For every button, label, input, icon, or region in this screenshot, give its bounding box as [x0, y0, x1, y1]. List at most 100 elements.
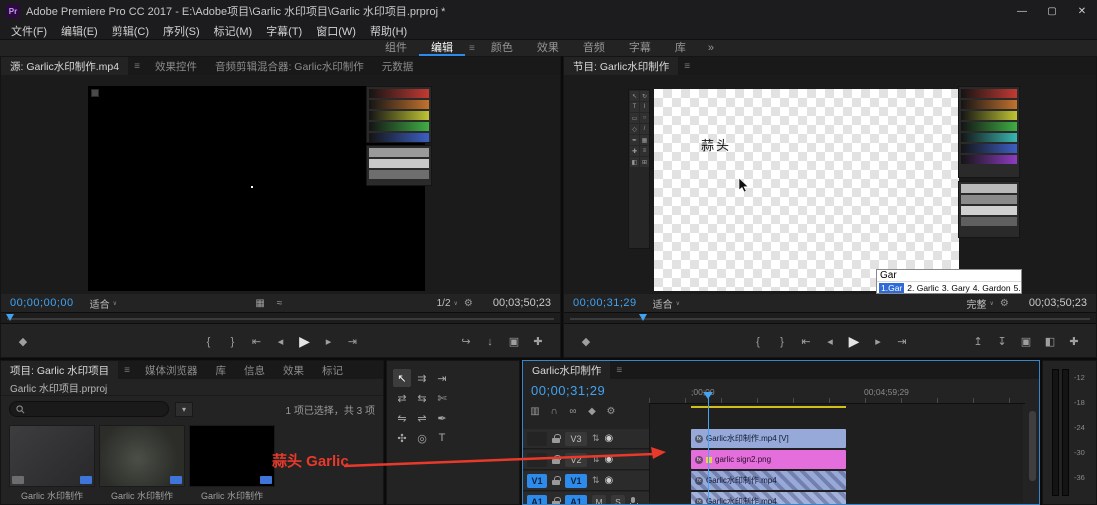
track-select-forward-tool[interactable]: ⇉: [413, 369, 431, 387]
go-to-in-button[interactable]: ⇤: [245, 331, 269, 353]
program-timecode[interactable]: 00;00;31;29: [573, 297, 637, 309]
color-swatch[interactable]: [961, 100, 1017, 109]
button-editor-button[interactable]: ✚: [1062, 331, 1086, 353]
workspace-tab-音频[interactable]: 音频: [571, 40, 617, 56]
program-canvas[interactable]: 蒜头: [654, 89, 959, 291]
timeline-clip-A1[interactable]: fxGarlic水印制作.mp4: [691, 492, 846, 505]
source-scrubber[interactable]: [1, 312, 560, 324]
ime-candidate[interactable]: 4. Gardon: [973, 283, 1011, 293]
razor-tool[interactable]: ✄: [433, 389, 451, 407]
tab-信息[interactable]: 信息: [235, 361, 274, 379]
slide-tool[interactable]: ⇌: [413, 409, 431, 427]
panel-menu-icon[interactable]: ≡: [118, 361, 136, 379]
timeline-clip-V1[interactable]: fxGarlic水印制作.mp4: [691, 471, 846, 490]
source-resolution-select[interactable]: 1/2 ∨: [437, 298, 458, 309]
ime-candidate[interactable]: 1.Gar: [879, 283, 904, 293]
program-scrubber-playhead[interactable]: [639, 314, 647, 321]
pen-tool[interactable]: ✒: [433, 409, 451, 427]
title-tool-icon[interactable]: ○: [640, 113, 649, 123]
title-tool-icon[interactable]: /: [640, 124, 649, 134]
search-input[interactable]: [9, 401, 169, 417]
color-swatch[interactable]: [961, 122, 1017, 131]
drag-audio-icon[interactable]: ≈: [277, 298, 283, 309]
title-tool-icon[interactable]: ↖: [630, 91, 639, 101]
color-swatch[interactable]: [369, 133, 429, 142]
maximize-button[interactable]: ▢: [1037, 0, 1067, 22]
workspace-tab-效果[interactable]: 效果: [525, 40, 571, 56]
workspace-menu-icon[interactable]: ≡: [465, 43, 479, 54]
tab-媒体浏览器[interactable]: 媒体浏览器: [136, 361, 207, 379]
color-swatch[interactable]: [369, 122, 429, 131]
timeline-clip-V2[interactable]: fxgarlic sign2.png: [691, 450, 846, 469]
mark-in-button[interactable]: {: [197, 331, 221, 353]
workspace-tab-颜色[interactable]: 颜色: [479, 40, 525, 56]
mark-out-button[interactable]: }: [770, 331, 794, 353]
color-swatch[interactable]: [961, 206, 1017, 215]
panel-menu-icon[interactable]: ≡: [128, 57, 146, 75]
go-to-out-button[interactable]: ⇥: [890, 331, 914, 353]
mark-out-button[interactable]: }: [221, 331, 245, 353]
step-forward-button[interactable]: ▸: [317, 331, 341, 353]
button-editor-button[interactable]: ✚: [526, 331, 550, 353]
source-scrubber-playhead[interactable]: [6, 314, 14, 321]
settings-wrench-icon[interactable]: ⚙: [464, 298, 473, 309]
project-item-thumbnail[interactable]: [99, 425, 185, 487]
sync-lock-icon[interactable]: ⇅: [592, 475, 600, 486]
tab-效果[interactable]: 效果: [274, 361, 313, 379]
menu-item-帮助(H)[interactable]: 帮助(H): [363, 23, 414, 39]
selection-tool[interactable]: ↖: [393, 369, 411, 387]
tab-项目: Garlic 水印项目[interactable]: 项目: Garlic 水印项目: [1, 361, 118, 379]
insert-button[interactable]: ↪: [454, 331, 478, 353]
tab-库[interactable]: 库: [207, 361, 236, 379]
ime-candidate[interactable]: 2. Garlic: [907, 283, 939, 293]
play-button[interactable]: ▶: [293, 331, 317, 353]
title-tool-icon[interactable]: I: [640, 102, 649, 112]
track-output-icon[interactable]: ◉: [605, 475, 614, 486]
color-swatch[interactable]: [369, 89, 429, 98]
solo-button[interactable]: S: [611, 495, 625, 505]
color-swatch[interactable]: [961, 89, 1017, 98]
source-timecode[interactable]: 00;00;00;00: [10, 297, 74, 309]
source-patch-A1[interactable]: A1: [527, 495, 547, 505]
color-swatch[interactable]: [961, 155, 1017, 164]
menu-item-文件(F)[interactable]: 文件(F): [4, 23, 54, 39]
title-tool-icon[interactable]: ⊞: [640, 157, 649, 167]
timeline-playhead[interactable]: [708, 398, 709, 502]
mark-in-button[interactable]: {: [746, 331, 770, 353]
source-zoom-select[interactable]: 适合 ∨: [90, 296, 117, 311]
color-swatch[interactable]: [961, 195, 1017, 204]
tab-音频剪辑混合器: Garlic水印制作[interactable]: 音频剪辑混合器: Garlic水印制作: [206, 57, 373, 75]
step-back-button[interactable]: ◂: [818, 331, 842, 353]
extract-button[interactable]: ↧: [990, 331, 1014, 353]
title-tool-icon[interactable]: ✒: [630, 135, 639, 145]
color-swatch[interactable]: [369, 159, 429, 168]
color-swatch[interactable]: [369, 111, 429, 120]
ripple-edit-tool[interactable]: ⇥: [433, 369, 451, 387]
track-lock-icon[interactable]: [552, 476, 560, 485]
export-frame-button[interactable]: ▣: [502, 331, 526, 353]
tab-标记[interactable]: 标记: [313, 361, 352, 379]
title-tool-icon[interactable]: T: [630, 102, 639, 112]
rate-stretch-tool[interactable]: ⇆: [413, 389, 431, 407]
timeline-scrollbar[interactable]: [1029, 411, 1036, 481]
program-resolution-select[interactable]: 完整 ∨: [967, 296, 994, 311]
ime-candidate[interactable]: 3. Gary: [942, 283, 970, 293]
title-tool-icon[interactable]: ↻: [640, 91, 649, 101]
ime-candidate[interactable]: 5. Garmin: [1014, 283, 1022, 293]
drag-video-icon[interactable]: ▦: [255, 298, 264, 309]
title-tool-icon[interactable]: ≡: [640, 146, 649, 156]
menu-item-序列(S)[interactable]: 序列(S): [156, 23, 207, 39]
tab-源: Garlic水印制作.mp4[interactable]: 源: Garlic水印制作.mp4: [1, 57, 128, 75]
overwrite-button[interactable]: ↓: [478, 331, 502, 353]
voiceover-record-icon[interactable]: [630, 497, 636, 505]
minimize-button[interactable]: —: [1007, 0, 1037, 22]
tab-元数据[interactable]: 元数据: [373, 57, 423, 75]
menu-item-标记(M)[interactable]: 标记(M): [207, 23, 260, 39]
workspace-overflow-icon[interactable]: »: [698, 42, 724, 54]
tab-效果控件[interactable]: 效果控件: [146, 57, 206, 75]
export-frame-button[interactable]: ▣: [1014, 331, 1038, 353]
program-zoom-select[interactable]: 适合 ∨: [653, 296, 680, 311]
go-to-out-button[interactable]: ⇥: [341, 331, 365, 353]
step-back-button[interactable]: ◂: [269, 331, 293, 353]
menu-item-字幕(T)[interactable]: 字幕(T): [259, 23, 309, 39]
